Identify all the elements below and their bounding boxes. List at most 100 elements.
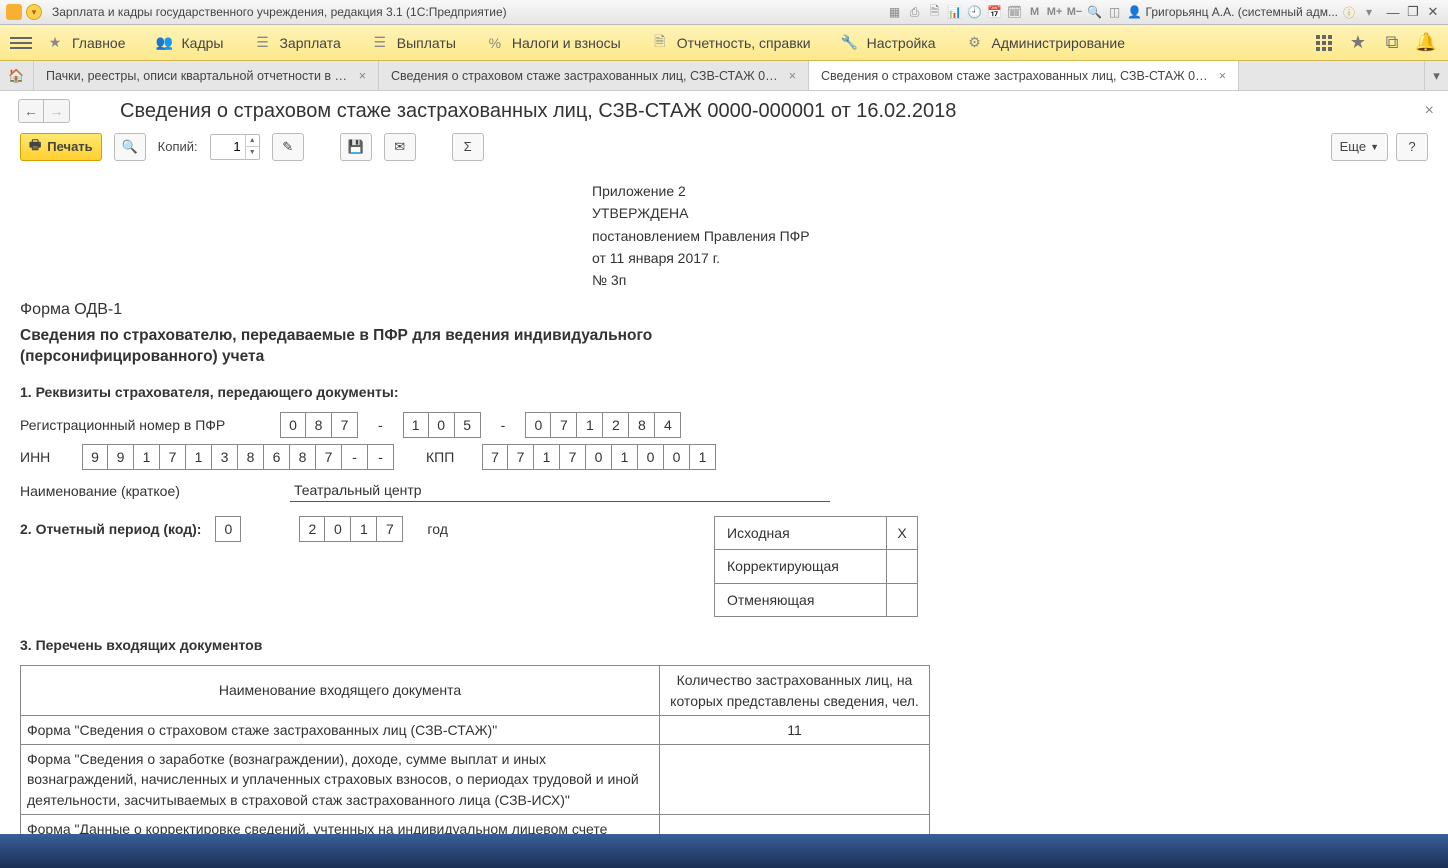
cell: 7 <box>508 444 534 470</box>
back-button[interactable]: ← <box>18 99 44 123</box>
step-down-icon[interactable]: ▼ <box>246 147 259 159</box>
burger-icon[interactable] <box>10 32 32 54</box>
m-icon[interactable]: M <box>1026 3 1044 21</box>
edit-button[interactable]: ✎ <box>272 133 304 161</box>
copies-label: Копий: <box>158 139 198 154</box>
people-icon: 👥 <box>156 34 174 52</box>
close-button[interactable]: ✕ <box>1424 5 1442 19</box>
copies-stepper[interactable]: ▲▼ <box>210 134 260 160</box>
search-icon[interactable]: 🔍 <box>1086 3 1104 21</box>
reg-part3: 071284 <box>525 412 681 438</box>
org-label: Наименование (краткое) <box>20 481 278 501</box>
date-icon[interactable]: 🗓 <box>1006 3 1024 21</box>
sum-button[interactable]: Σ <box>452 133 484 161</box>
more-button[interactable]: Еще ▼ <box>1331 133 1388 161</box>
step-up-icon[interactable]: ▲ <box>246 135 259 148</box>
calc-icon[interactable]: 📊 <box>946 3 964 21</box>
menu-main[interactable]: ★Главное <box>46 34 126 52</box>
cell: 7 <box>482 444 508 470</box>
cell: 0 <box>325 516 351 542</box>
cell: 7 <box>560 444 586 470</box>
year-cells: 2017 <box>299 516 403 542</box>
apps-icon[interactable] <box>1312 31 1336 55</box>
copies-input[interactable] <box>211 135 245 159</box>
menu-kadry[interactable]: 👥Кадры <box>156 34 224 52</box>
print-button[interactable]: 🖶 Печать <box>20 133 102 161</box>
menu-nalogi[interactable]: %Налоги и взносы <box>486 34 621 52</box>
document: Приложение 2 УТВЕРЖДЕНА постановлением П… <box>20 181 1340 834</box>
cell: 0 <box>664 444 690 470</box>
save-button[interactable]: 💾 <box>340 133 372 161</box>
calendar-icon[interactable]: 📅 <box>986 3 1004 21</box>
maximize-button[interactable]: ❐ <box>1404 5 1422 19</box>
approval-block: Приложение 2 УТВЕРЖДЕНА постановлением П… <box>592 181 1340 290</box>
cell: 1 <box>186 444 212 470</box>
favorite-icon[interactable]: ★ <box>1346 31 1370 55</box>
forward-button[interactable]: → <box>44 99 70 123</box>
type-initial-mark: X <box>887 517 917 549</box>
clock-icon[interactable]: 🕘 <box>966 3 984 21</box>
tab-bar: 🏠 Пачки, реестры, описи квартальной отче… <box>0 61 1448 91</box>
tab-1[interactable]: Пачки, реестры, описи квартальной отчетн… <box>34 61 379 90</box>
menu-nastroika[interactable]: 🔧Настройка <box>841 34 936 52</box>
cell: 7 <box>160 444 186 470</box>
tab-3[interactable]: Сведения о страховом стаже застрахованны… <box>809 61 1239 90</box>
form-name: Форма ОДВ-1 <box>20 298 1340 321</box>
bell-icon[interactable]: 🔔 <box>1414 31 1438 55</box>
table-row: Форма "Сведения о страховом стаже застра… <box>21 715 930 744</box>
tab-dropdown-icon[interactable]: ▾ <box>1424 61 1448 90</box>
table-row: Форма "Данные о корректировке сведений, … <box>21 815 930 834</box>
cell: 1 <box>612 444 638 470</box>
cell: - <box>368 444 394 470</box>
info-icon[interactable]: ⓘ <box>1340 3 1358 21</box>
cell: - <box>342 444 368 470</box>
history-icon[interactable]: ⧉ <box>1380 31 1404 55</box>
cell: 0 <box>586 444 612 470</box>
home-tab[interactable]: 🏠 <box>0 61 34 90</box>
document-scroll[interactable]: Приложение 2 УТВЕРЖДЕНА постановлением П… <box>0 171 1448 834</box>
user-label[interactable]: Григорьянц А.А. (системный адм... <box>1146 5 1338 19</box>
menu-otchet[interactable]: 🗎Отчетность, справки <box>651 34 811 52</box>
cell: 1 <box>134 444 160 470</box>
money-icon: ☰ <box>253 34 271 52</box>
help-button[interactable]: ? <box>1396 133 1428 161</box>
reg-part2: 105 <box>403 412 481 438</box>
pay-icon: ☰ <box>371 34 389 52</box>
doc-icon[interactable]: 🗎 <box>926 3 944 21</box>
cell: 8 <box>306 412 332 438</box>
tab-close-icon[interactable]: × <box>789 69 796 83</box>
cell: 8 <box>629 412 655 438</box>
cell: 0 <box>525 412 551 438</box>
tab-2[interactable]: Сведения о страховом стаже застрахованны… <box>379 61 809 90</box>
menu-admin[interactable]: ⚙Администрирование <box>966 34 1126 52</box>
cell: 7 <box>551 412 577 438</box>
cell: 2 <box>299 516 325 542</box>
preview-button[interactable]: 🔍 <box>114 133 146 161</box>
titlebar-icon-1[interactable]: ▦ <box>886 3 904 21</box>
page-title: Сведения о страховом стаже застрахованны… <box>120 100 956 123</box>
page-close-icon[interactable]: × <box>1425 102 1434 120</box>
table-header-name: Наименование входящего документа <box>21 666 660 716</box>
tab-close-icon[interactable]: × <box>359 69 366 83</box>
panel-icon[interactable]: ◫ <box>1106 3 1124 21</box>
cell: 9 <box>82 444 108 470</box>
menu-vyplaty[interactable]: ☰Выплаты <box>371 34 456 52</box>
cell: 3 <box>212 444 238 470</box>
tab-close-icon[interactable]: × <box>1219 69 1226 83</box>
kpp-label: КПП <box>426 447 470 467</box>
cell: 7 <box>332 412 358 438</box>
cell: 8 <box>290 444 316 470</box>
star-icon: ★ <box>46 34 64 52</box>
menu-zarplata[interactable]: ☰Зарплата <box>253 34 340 52</box>
m-minus-icon[interactable]: M− <box>1066 3 1084 21</box>
report-type-box: ИсходнаяX Корректирующая Отменяющая <box>714 516 918 617</box>
cell: 2 <box>603 412 629 438</box>
minimize-button[interactable]: — <box>1384 5 1402 19</box>
mail-button[interactable]: ✉ <box>384 133 416 161</box>
cell: 1 <box>534 444 560 470</box>
chevron-down-icon[interactable]: ▾ <box>26 4 42 20</box>
section-3-heading: 3. Перечень входящих документов <box>20 635 1340 655</box>
info-chevron-icon[interactable]: ▾ <box>1360 3 1378 21</box>
m-plus-icon[interactable]: M+ <box>1046 3 1064 21</box>
print-icon[interactable]: ⎙ <box>906 3 924 21</box>
